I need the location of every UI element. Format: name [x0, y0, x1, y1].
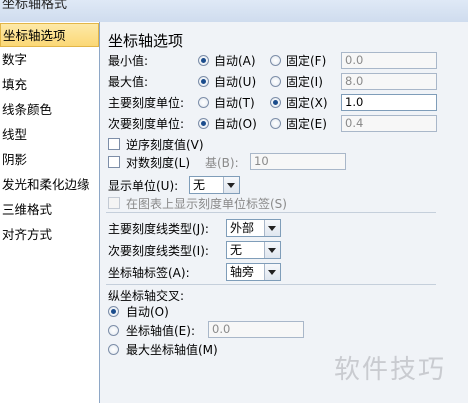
major-auto-label: 自动(T) — [214, 96, 255, 110]
min-label: 最小值: — [108, 54, 149, 68]
max-label: 最大值: — [108, 75, 149, 89]
sidebar-item-3d-format[interactable]: 三维格式 — [0, 198, 99, 222]
log-base-label: 基(B): — [205, 156, 239, 170]
minor-fixed-radio[interactable] — [270, 118, 281, 129]
max-fixed-radio[interactable] — [270, 76, 281, 87]
chevron-down-icon — [223, 177, 239, 193]
major-tick-type-select[interactable]: 外部 — [226, 219, 281, 237]
sidebar-item-line-color[interactable]: 线条颜色 — [0, 98, 99, 122]
section-divider — [106, 212, 436, 213]
minor-auto-radio[interactable] — [198, 118, 209, 129]
major-unit-label: 主要刻度单位: — [108, 96, 185, 110]
sidebar-item-line-style[interactable]: 线型 — [0, 123, 99, 147]
axis-cross-title: 纵坐标轴交叉: — [108, 289, 185, 303]
cross-value-field[interactable]: 0.0 — [208, 321, 304, 338]
display-unit-select[interactable]: 无 — [189, 176, 240, 194]
max-fixed-label: 固定(I) — [286, 75, 323, 89]
axis-labels-select[interactable]: 轴旁 — [226, 263, 281, 281]
display-unit-value: 无 — [193, 178, 206, 192]
chevron-down-icon — [264, 264, 280, 280]
min-auto-radio[interactable] — [198, 55, 209, 66]
window-title: 坐标轴格式 — [2, 0, 68, 12]
max-auto-label: 自动(U) — [214, 75, 257, 89]
sidebar-item-shadow[interactable]: 阴影 — [0, 148, 99, 172]
cross-max-radio[interactable] — [108, 344, 119, 355]
sidebar-item-number[interactable]: 数字 — [0, 48, 99, 72]
minor-fixed-label: 固定(E) — [286, 117, 327, 131]
chevron-down-icon — [264, 220, 280, 236]
reverse-order-label: 逆序刻度值(V) — [126, 138, 204, 152]
panel-heading: 坐标轴选项 — [108, 32, 184, 50]
max-value-field[interactable]: 8.0 — [341, 73, 437, 90]
sidebar-item-alignment[interactable]: 对齐方式 — [0, 223, 99, 247]
major-value-field[interactable]: 1.0 — [341, 94, 437, 111]
log-scale-label: 对数刻度(L) — [126, 156, 191, 170]
cross-max-label: 最大坐标轴值(M) — [126, 343, 218, 357]
max-auto-radio[interactable] — [198, 76, 209, 87]
sidebar-item-fill[interactable]: 填充 — [0, 73, 99, 97]
chevron-down-icon — [264, 242, 280, 258]
category-sidebar: 坐标轴选项 数字 填充 线条颜色 线型 阴影 发光和柔化边缘 三维格式 对齐方式 — [0, 22, 100, 403]
min-auto-label: 自动(A) — [214, 54, 256, 68]
cross-auto-radio[interactable] — [108, 306, 119, 317]
major-fixed-radio[interactable] — [270, 97, 281, 108]
cross-value-label: 坐标轴值(E): — [126, 324, 195, 338]
min-fixed-radio[interactable] — [270, 55, 281, 66]
minor-value-field[interactable]: 0.4 — [341, 115, 437, 132]
major-tick-type-value: 外部 — [230, 221, 255, 235]
minor-unit-label: 次要刻度单位: — [108, 117, 185, 131]
axis-labels-label: 坐标轴标签(A): — [108, 266, 190, 280]
sidebar-item-axis-options[interactable]: 坐标轴选项 — [0, 23, 99, 47]
options-panel: 坐标轴选项 最小值: 自动(A) 固定(F) 0.0 最大值: 自动(U) 固定… — [100, 22, 468, 403]
log-scale-checkbox[interactable] — [108, 156, 120, 168]
display-unit-label: 显示单位(U): — [108, 179, 179, 193]
major-tick-type-label: 主要刻度线类型(J): — [108, 222, 209, 236]
watermark: 软件技巧 — [334, 355, 447, 385]
reverse-order-checkbox[interactable] — [108, 138, 120, 150]
minor-auto-label: 自动(O) — [214, 117, 257, 131]
major-auto-radio[interactable] — [198, 97, 209, 108]
sidebar-item-glow-soft-edges[interactable]: 发光和柔化边缘 — [0, 173, 99, 197]
show-unit-label-checkbox[interactable] — [108, 197, 120, 209]
show-unit-label-text: 在图表上显示刻度单位标签(S) — [126, 197, 287, 211]
axis-labels-value: 轴旁 — [230, 265, 255, 279]
title-bar: 坐标轴格式 — [0, 0, 468, 23]
section-divider — [106, 284, 436, 285]
cross-value-radio[interactable] — [108, 325, 119, 336]
minor-tick-type-label: 次要刻度线类型(I): — [108, 244, 209, 258]
minor-tick-type-value: 无 — [230, 243, 243, 257]
major-fixed-label: 固定(X) — [286, 96, 328, 110]
min-value-field[interactable]: 0.0 — [341, 52, 437, 69]
cross-auto-label: 自动(O) — [126, 305, 169, 319]
log-base-field[interactable]: 10 — [250, 153, 346, 170]
min-fixed-label: 固定(F) — [286, 54, 327, 68]
minor-tick-type-select[interactable]: 无 — [226, 241, 281, 259]
